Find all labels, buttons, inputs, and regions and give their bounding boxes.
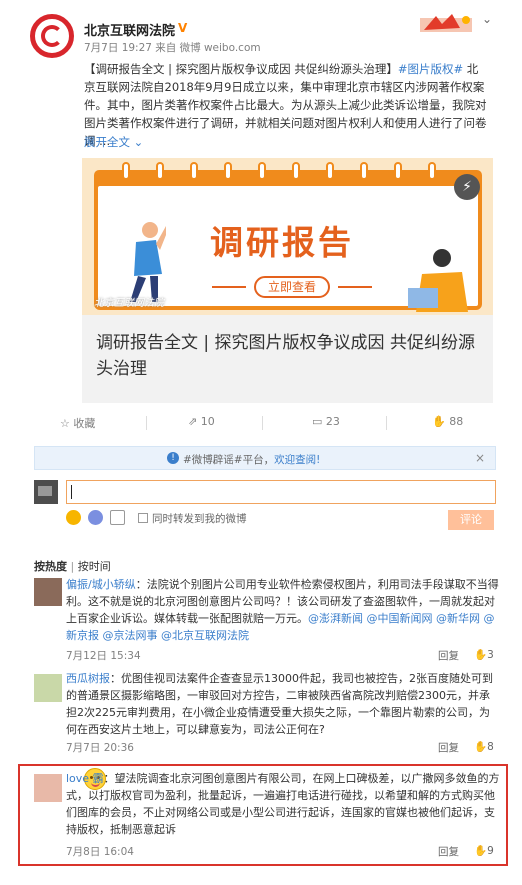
image-icon[interactable] <box>110 510 125 525</box>
comment-text: 偏振/城小轿纵：法院说个别图片公司用专业软件检索侵权图片，利用司法手段谋取不当得… <box>66 576 500 644</box>
my-avatar <box>34 480 58 504</box>
banner-title: 调研报告 <box>210 223 354 262</box>
repost-checkbox[interactable] <box>138 513 148 523</box>
commenter-name[interactable]: love 霸 <box>66 772 104 785</box>
commenter-avatar[interactable] <box>34 578 62 606</box>
reply-button[interactable]: 回复 <box>438 648 459 663</box>
article-card[interactable]: ⚡ 调研报告 立即查看 北京互联网法院 调研报告全文 | 探究图片版权争议成因 … <box>82 158 493 403</box>
commenter-name[interactable]: 西瓜树报 <box>66 672 110 685</box>
article-banner: ⚡ 调研报告 立即查看 北京互联网法院 <box>82 158 493 315</box>
person-illustration-icon <box>408 249 468 312</box>
comment-text: 西瓜树报：优图佳视司法案件企查查显示13000件起，我司也被控告，2张百度随处可… <box>66 670 500 738</box>
comment-like-button[interactable]: ✋9 <box>474 844 494 857</box>
comment-like-count: 9 <box>487 845 494 857</box>
article-title[interactable]: 调研报告全文 | 探究图片版权争议成因 共促纠纷源头治理 <box>96 330 486 382</box>
notice-bar: ! #微博辟谣#平台，欢迎查阅! × <box>34 446 496 470</box>
post-text-title: 【调研报告全文 | 探究图片版权争议成因 共促纠纷源头治理】 <box>84 62 398 76</box>
flash-icon: ⚡ <box>454 174 480 200</box>
sort-by-time-tab[interactable]: 按时间 <box>78 560 111 573</box>
like-count: 88 <box>449 415 464 428</box>
comment-like-count: 3 <box>487 649 494 661</box>
post-text: 【调研报告全文 | 探究图片版权争议成因 共促纠纷源头治理】#图片版权# 北京互… <box>84 60 488 150</box>
person-illustration-icon <box>130 222 166 302</box>
favorite-button[interactable]: ☆ 收藏 <box>60 415 95 431</box>
expand-full-text-link[interactable]: 展开全文 ⌄ <box>84 134 143 150</box>
comment-sort: 按热度 | 按时间 <box>34 560 111 573</box>
thumbs-up-icon: ✋ <box>474 649 488 661</box>
decoration-icon <box>420 14 472 32</box>
comment-like-button[interactable]: ✋3 <box>474 648 494 661</box>
repost-button[interactable]: ⇗ 10 <box>188 415 215 428</box>
sticker-icon[interactable] <box>88 510 103 525</box>
comment-like-button[interactable]: ✋8 <box>474 740 494 753</box>
comment-like-count: 8 <box>487 741 494 753</box>
comment-date: 7月12日 15:34 <box>66 650 141 662</box>
post-time: 7月7日 19:27 来自 微博 weibo.com <box>84 42 261 54</box>
commenter-avatar[interactable] <box>34 774 62 802</box>
poster-avatar[interactable] <box>30 14 74 58</box>
action-bar: ☆ 收藏 ⇗ 10 ▭ 23 ✋ 88 <box>40 408 505 438</box>
hashtag-link[interactable]: #图片版权# <box>398 62 463 76</box>
thumbs-up-icon: ✋ <box>474 741 488 753</box>
post-menu-chevron-down-icon[interactable]: ⌄ <box>482 12 492 26</box>
reply-button[interactable]: 回复 <box>438 740 459 755</box>
thumbs-up-icon: ✋ <box>474 845 488 857</box>
comment-date: 7月7日 20:36 <box>66 742 134 754</box>
like-button[interactable]: ✋ 88 <box>432 415 463 428</box>
commenter-avatar[interactable] <box>34 674 62 702</box>
emoji-icon[interactable] <box>66 510 81 525</box>
sort-by-hot-tab[interactable]: 按热度 <box>34 560 67 573</box>
comment-button[interactable]: ▭ 23 <box>312 415 340 428</box>
view-now-button[interactable]: 立即查看 <box>254 276 330 298</box>
commenter-name[interactable]: 偏振/城小轿纵 <box>66 578 136 591</box>
thumbs-up-icon: ✋ <box>432 415 446 428</box>
comment-body: ：望法院调查北京河图创意图片有限公司，在网上口碑极差，以广撒网多敛鱼的方式，以打… <box>66 772 500 836</box>
verified-icon: V <box>178 21 188 35</box>
banner-watermark: 北京互联网法院 <box>94 298 164 309</box>
repost-label: 同时转发到我的微博 <box>152 513 247 525</box>
close-icon[interactable]: × <box>475 451 485 465</box>
comment-body: ：优图佳视司法案件企查查显示13000件起，我司也被控告，2张百度随处可到的普通… <box>66 672 493 736</box>
notice-text: #微博辟谣#平台， <box>183 454 275 466</box>
comment-text: love 霸：望法院调查北京河图创意图片有限公司，在网上口碑极差，以广撒网多敛鱼… <box>66 770 500 838</box>
comment-date: 7月8日 16:04 <box>66 846 134 858</box>
reply-button[interactable]: 回复 <box>438 844 459 859</box>
submit-comment-button[interactable]: 评论 <box>448 510 494 530</box>
notice-link[interactable]: 欢迎查阅! <box>274 454 320 466</box>
info-icon: ! <box>167 452 179 464</box>
comment-input[interactable] <box>66 480 496 504</box>
poster-name[interactable]: 北京互联网法院 <box>84 20 175 39</box>
